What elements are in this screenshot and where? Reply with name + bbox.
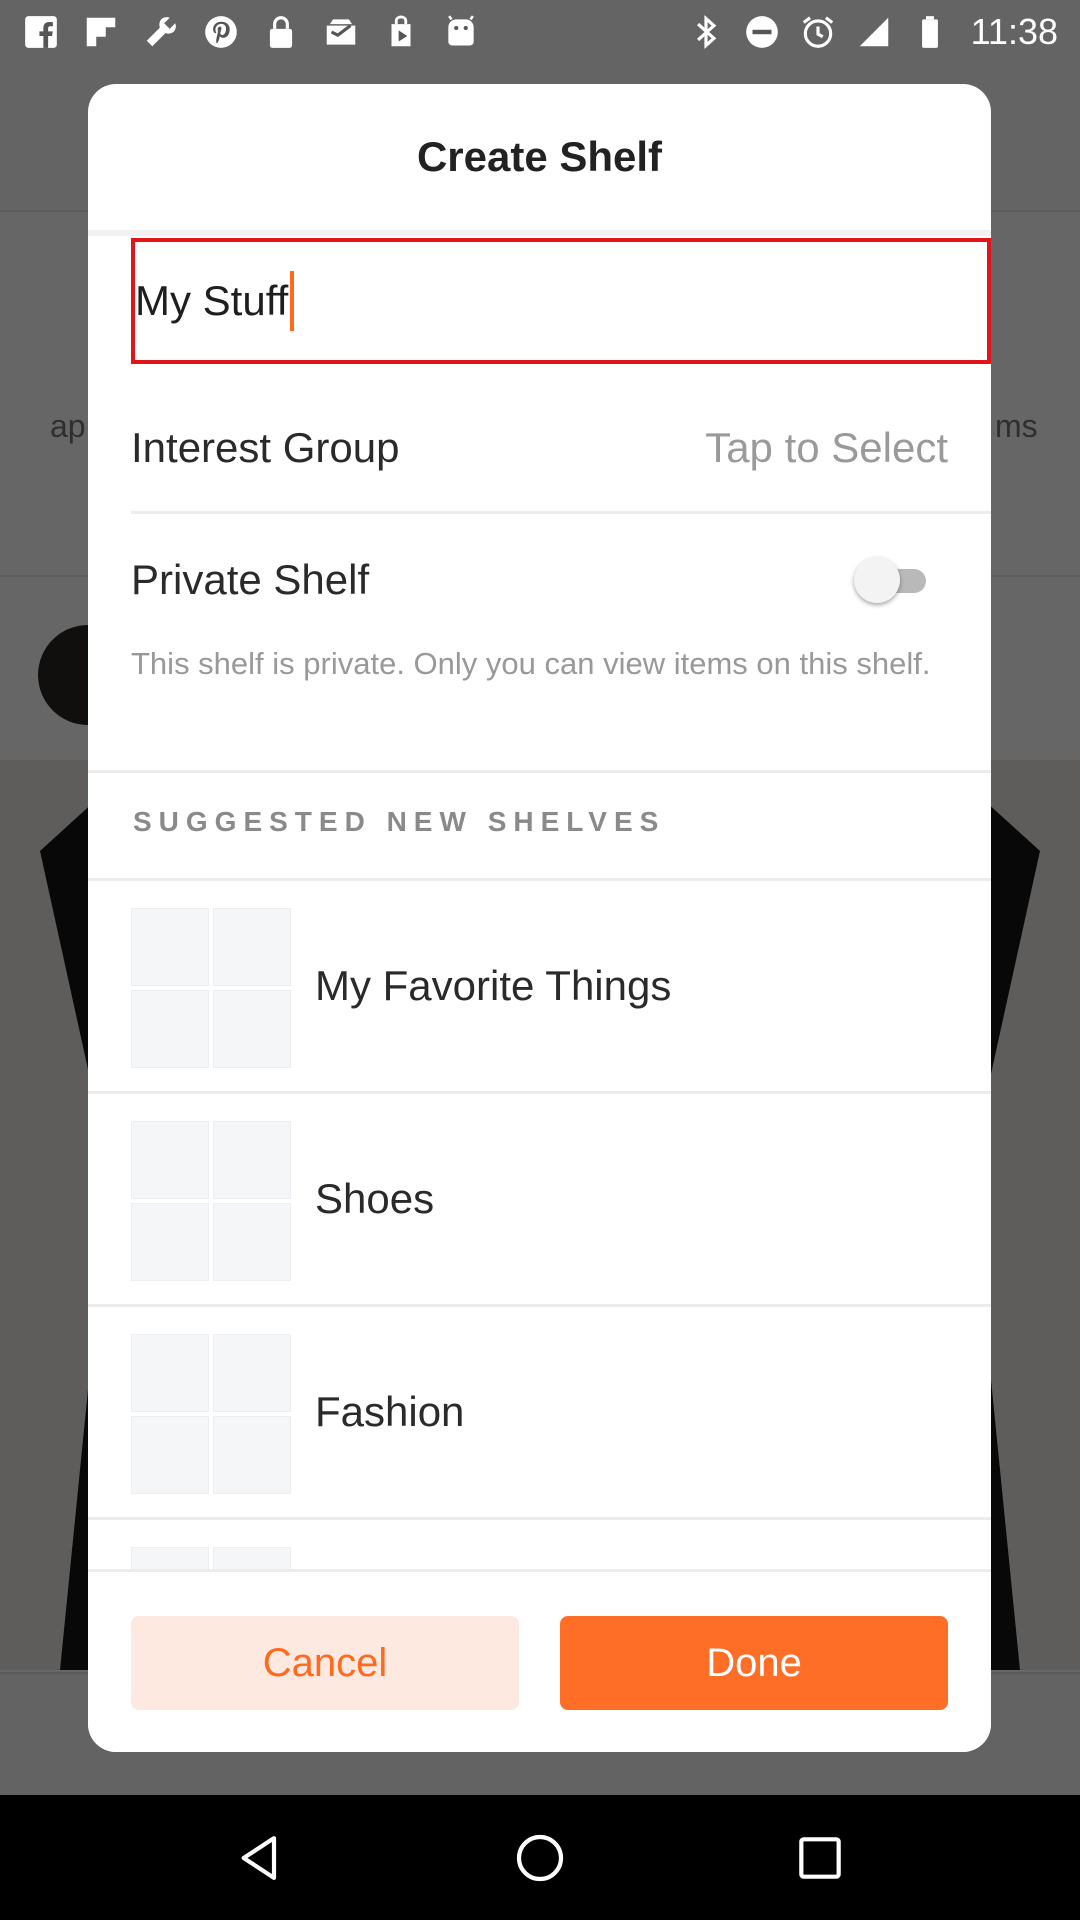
recents-icon[interactable] <box>790 1828 850 1888</box>
navigation-bar <box>0 1795 1080 1920</box>
status-bar: 11:38 <box>0 0 1080 64</box>
status-time: 11:38 <box>970 11 1058 52</box>
interest-group-label: Interest Group <box>131 423 400 471</box>
thumbnail-placeholder <box>131 1547 209 1569</box>
interest-group-row[interactable]: Interest Group Tap to Select <box>131 384 991 514</box>
bluetooth-icon <box>687 13 725 51</box>
suggested-shelf-label: Fashion <box>315 1388 465 1435</box>
facebook-icon <box>22 13 60 51</box>
shelf-thumbnail-grid <box>131 908 291 1068</box>
thumbnail-placeholder <box>131 1416 209 1494</box>
status-right-icons: 11:38 <box>687 11 1058 53</box>
play-store-icon <box>382 13 420 51</box>
suggested-shelves-header: SUGGESTED NEW SHELVES <box>133 806 666 837</box>
suggested-shelf-item-partial[interactable] <box>88 1520 991 1572</box>
android-debug-icon <box>442 13 480 51</box>
shelf-thumbnail-grid <box>131 1121 291 1281</box>
private-shelf-label: Private Shelf <box>131 555 370 603</box>
interest-group-select[interactable]: Tap to Select <box>705 424 948 472</box>
status-left-icons <box>22 13 480 51</box>
wrench-icon <box>142 13 180 51</box>
title-divider <box>88 230 991 236</box>
flipboard-icon <box>82 13 120 51</box>
pinterest-icon <box>202 13 240 51</box>
thumbnail-placeholder <box>131 990 209 1068</box>
alarm-icon <box>799 13 837 51</box>
done-button[interactable]: Done <box>560 1616 948 1710</box>
private-shelf-toggle[interactable] <box>854 557 926 603</box>
private-shelf-description: This shelf is private. Only you can view… <box>131 646 931 681</box>
home-icon[interactable] <box>510 1828 570 1888</box>
thumbnail-placeholder <box>213 990 291 1068</box>
shelf-thumbnail-grid <box>131 1547 291 1569</box>
thumbnail-placeholder <box>213 1203 291 1281</box>
thumbnail-placeholder <box>213 1547 291 1569</box>
suggested-shelf-item[interactable]: Fashion <box>88 1307 991 1520</box>
cancel-button[interactable]: Cancel <box>131 1616 519 1710</box>
private-shelf-row: Private Shelf <box>131 517 991 642</box>
thumbnail-placeholder <box>131 908 209 986</box>
inbox-icon <box>322 13 360 51</box>
do-not-disturb-icon <box>743 13 781 51</box>
thumbnail-placeholder <box>213 908 291 986</box>
suggested-shelf-label: Shoes <box>315 1175 435 1222</box>
section-divider <box>88 770 991 773</box>
create-shelf-dialog: Create Shelf My Stuff Interest Group Tap… <box>88 84 991 1752</box>
shelf-thumbnail-grid <box>131 1334 291 1494</box>
toggle-knob <box>854 557 900 603</box>
thumbnail-placeholder <box>213 1416 291 1494</box>
back-icon[interactable] <box>230 1828 290 1888</box>
thumbnail-placeholder <box>131 1121 209 1199</box>
thumbnail-placeholder <box>131 1334 209 1412</box>
thumbnail-placeholder <box>213 1121 291 1199</box>
lock-icon <box>262 13 300 51</box>
thumbnail-placeholder <box>213 1334 291 1412</box>
suggested-shelf-label: My Favorite Things <box>315 962 672 1009</box>
suggested-shelf-item[interactable]: My Favorite Things <box>88 881 991 1094</box>
dialog-header: Create Shelf <box>88 84 991 230</box>
battery-icon <box>911 13 949 51</box>
dialog-title: Create Shelf <box>416 133 663 180</box>
thumbnail-placeholder <box>131 1203 209 1281</box>
text-cursor <box>290 271 295 331</box>
dialog-button-bar: Cancel Done <box>88 1572 991 1752</box>
shelf-name-input[interactable]: My Stuff <box>131 238 991 364</box>
signal-icon <box>855 13 893 51</box>
shelf-name-value: My Stuff <box>135 277 289 324</box>
suggested-shelf-item[interactable]: Shoes <box>88 1094 991 1307</box>
